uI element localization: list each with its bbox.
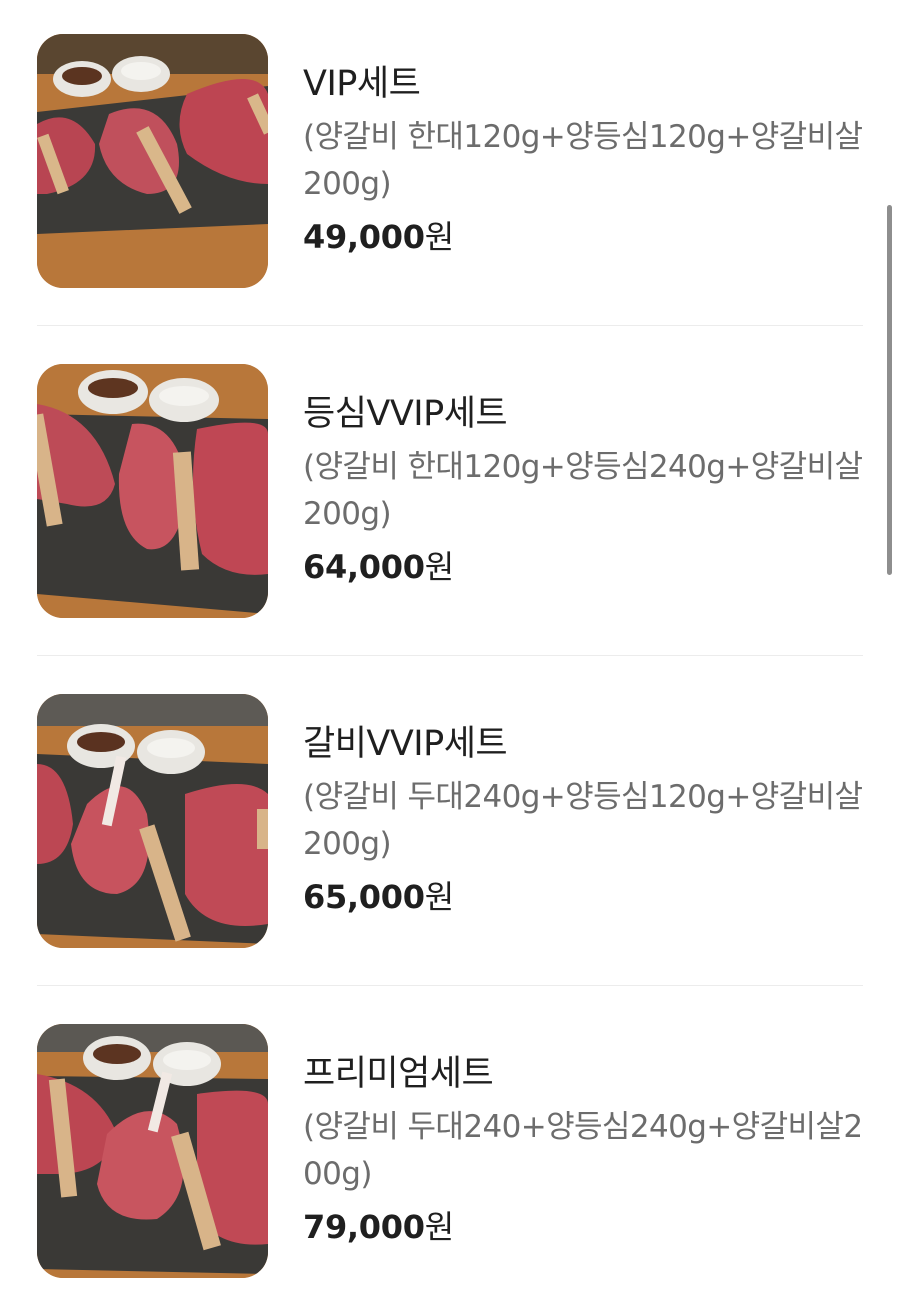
menu-item-name: 프리미엄세트	[303, 1054, 494, 1094]
menu-item-price: 64,000원	[303, 545, 863, 589]
menu-item-info: 갈비VVIP세트 (양갈비 두대240g+양등심120g+양갈비살200g) 6…	[303, 722, 863, 919]
price-amount: 64,000	[303, 548, 425, 586]
price-currency: 원	[424, 1208, 454, 1246]
divider	[37, 325, 863, 326]
menu-item-info: 등심VVIP세트 (양갈비 한대120g+양등심240g+양갈비살200g) 6…	[303, 392, 863, 589]
price-amount: 65,000	[303, 878, 425, 916]
menu-item-description: (양갈비 한대120g+양등심240g+양갈비살200g)	[303, 449, 863, 532]
menu-item-loin-vvip-set[interactable]: 등심VVIP세트 (양갈비 한대120g+양등심240g+양갈비살200g) 6…	[37, 364, 863, 656]
price-currency: 원	[424, 548, 454, 586]
menu-item-price: 79,000원	[303, 1205, 863, 1249]
menu-item-name: 갈비VVIP세트	[303, 724, 508, 764]
menu-item-info: 프리미엄세트 (양갈비 두대240+양등심240g+양갈비살200g) 79,0…	[303, 1052, 863, 1249]
price-currency: 원	[424, 878, 454, 916]
menu-item-photo	[37, 364, 268, 618]
menu-item-photo	[37, 1024, 268, 1278]
menu-item-price: 65,000원	[303, 875, 863, 919]
price-amount: 79,000	[303, 1208, 425, 1246]
menu-item-photo	[37, 34, 268, 288]
price-currency: 원	[424, 218, 454, 256]
menu-item-premium-set[interactable]: 프리미엄세트 (양갈비 두대240+양등심240g+양갈비살200g) 79,0…	[37, 1024, 863, 1278]
menu-item-name: VIP세트	[303, 64, 421, 104]
menu-item-photo	[37, 694, 268, 948]
menu-item-info: VIP세트 (양갈비 한대120g+양등심120g+양갈비살200g) 49,0…	[303, 62, 863, 259]
menu-item-name: 등심VVIP세트	[303, 394, 508, 434]
divider	[37, 985, 863, 986]
menu-item-description: (양갈비 한대120g+양등심120g+양갈비살200g)	[303, 119, 863, 202]
price-amount: 49,000	[303, 218, 425, 256]
menu-item-vip-set[interactable]: VIP세트 (양갈비 한대120g+양등심120g+양갈비살200g) 49,0…	[37, 34, 863, 326]
menu-item-rib-vvip-set[interactable]: 갈비VVIP세트 (양갈비 두대240g+양등심120g+양갈비살200g) 6…	[37, 694, 863, 986]
menu-item-description: (양갈비 두대240g+양등심120g+양갈비살200g)	[303, 779, 863, 862]
menu-item-description: (양갈비 두대240+양등심240g+양갈비살200g)	[303, 1109, 863, 1192]
menu-item-price: 49,000원	[303, 215, 863, 259]
divider	[37, 655, 863, 656]
scrollbar[interactable]	[887, 205, 892, 575]
